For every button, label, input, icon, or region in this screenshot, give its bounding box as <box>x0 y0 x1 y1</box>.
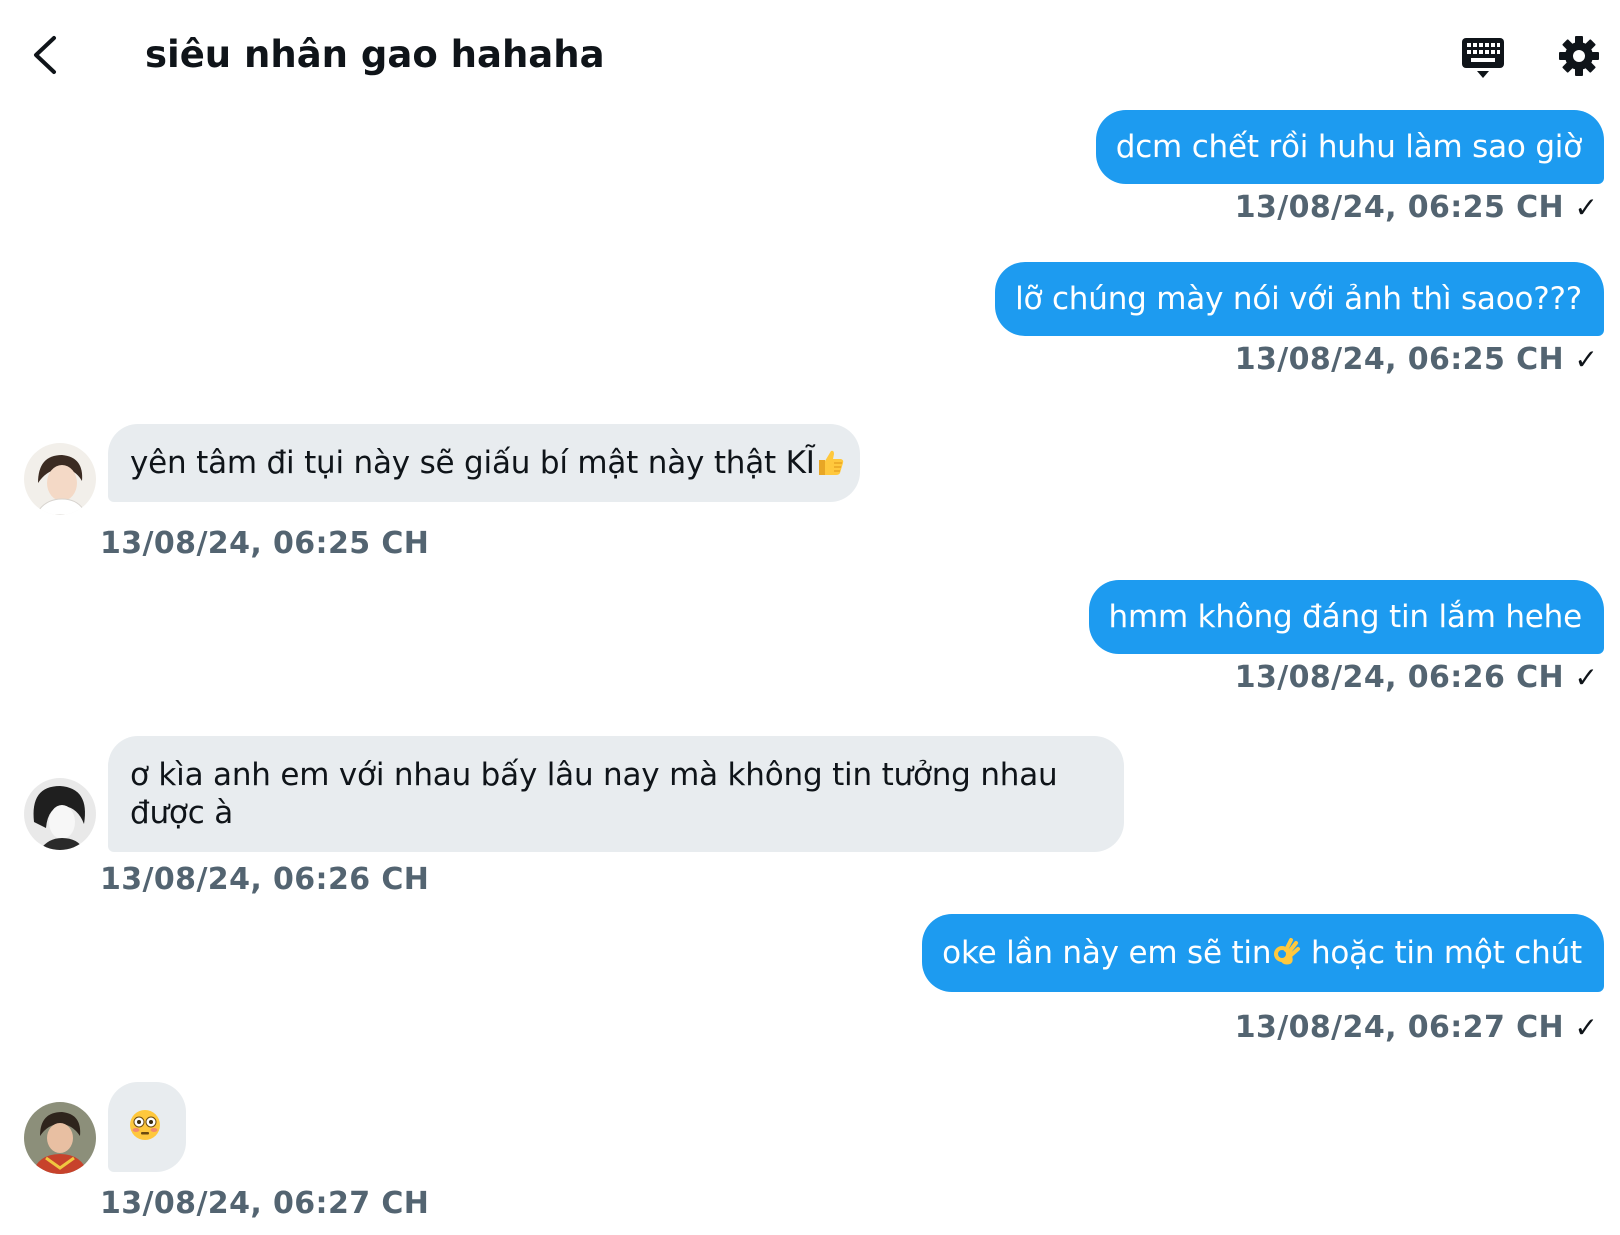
message-text-part: oke lần này em sẽ tin <box>942 935 1272 971</box>
message-text: yên tâm đi tụi này sẽ giấu bí mật này th… <box>130 445 815 481</box>
outgoing-message[interactable]: oke lần này em sẽ tin hoặc tin một chút <box>922 914 1604 992</box>
message-timestamp: 13/08/24, 06:27 CH <box>100 1186 430 1221</box>
sent-check-icon: ✓ <box>1574 661 1598 694</box>
message-timestamp: 13/08/24, 06:25 CH <box>100 526 430 561</box>
avatar-image <box>24 443 96 515</box>
message-timestamp: 13/08/24, 06:27 CH <box>1234 1010 1564 1045</box>
outgoing-message[interactable]: dcm chết rồi huhu làm sao giờ <box>1095 110 1604 184</box>
avatar-image <box>24 1102 96 1174</box>
message-text-part: hoặc tin một chút <box>1301 935 1582 971</box>
avatar[interactable] <box>24 1102 96 1174</box>
message-text: hmm không đáng tin lắm hehe <box>1108 599 1583 635</box>
message-text: lỡ chúng mày nói với ảnh thì saoo??? <box>1015 281 1582 317</box>
message-timestamp: 13/08/24, 06:25 CH <box>1234 342 1564 377</box>
incoming-message[interactable]: yên tâm đi tụi này sẽ giấu bí mật này th… <box>108 424 860 502</box>
ok-hand-icon <box>1274 938 1301 965</box>
flushed-face-icon <box>130 1110 160 1140</box>
gear-icon <box>1559 36 1599 76</box>
message-text: dcm chết rồi huhu làm sao giờ <box>1115 129 1582 165</box>
avatar[interactable] <box>24 443 96 515</box>
message-timestamp: 13/08/24, 06:25 CH <box>1234 190 1564 225</box>
incoming-message[interactable] <box>108 1082 186 1172</box>
chevron-left-icon <box>34 36 56 74</box>
incoming-message[interactable]: ơ kìa anh em với nhau bấy lâu nay mà khô… <box>108 736 1124 852</box>
message-timestamp: 13/08/24, 06:26 CH <box>100 862 430 897</box>
sent-check-icon: ✓ <box>1574 343 1598 376</box>
back-button[interactable] <box>24 30 68 80</box>
avatar[interactable] <box>24 778 96 850</box>
sent-check-icon: ✓ <box>1574 191 1598 224</box>
conversation-title: siêu nhân gao hahaha <box>145 33 605 76</box>
keyboard-icon <box>1462 38 1504 78</box>
conversation-header: siêu nhân gao hahaha <box>0 0 1620 110</box>
keyboard-shortcuts-button[interactable] <box>1460 36 1506 80</box>
avatar-image <box>24 778 96 850</box>
sent-check-icon: ✓ <box>1574 1011 1598 1044</box>
message-timestamp: 13/08/24, 06:26 CH <box>1234 660 1564 695</box>
outgoing-message[interactable]: lỡ chúng mày nói với ảnh thì saoo??? <box>995 262 1604 336</box>
thumbs-up-icon <box>818 450 843 475</box>
settings-button[interactable] <box>1557 34 1601 78</box>
outgoing-message[interactable]: hmm không đáng tin lắm hehe <box>1088 580 1604 654</box>
message-text: ơ kìa anh em với nhau bấy lâu nay mà khô… <box>130 757 1058 831</box>
